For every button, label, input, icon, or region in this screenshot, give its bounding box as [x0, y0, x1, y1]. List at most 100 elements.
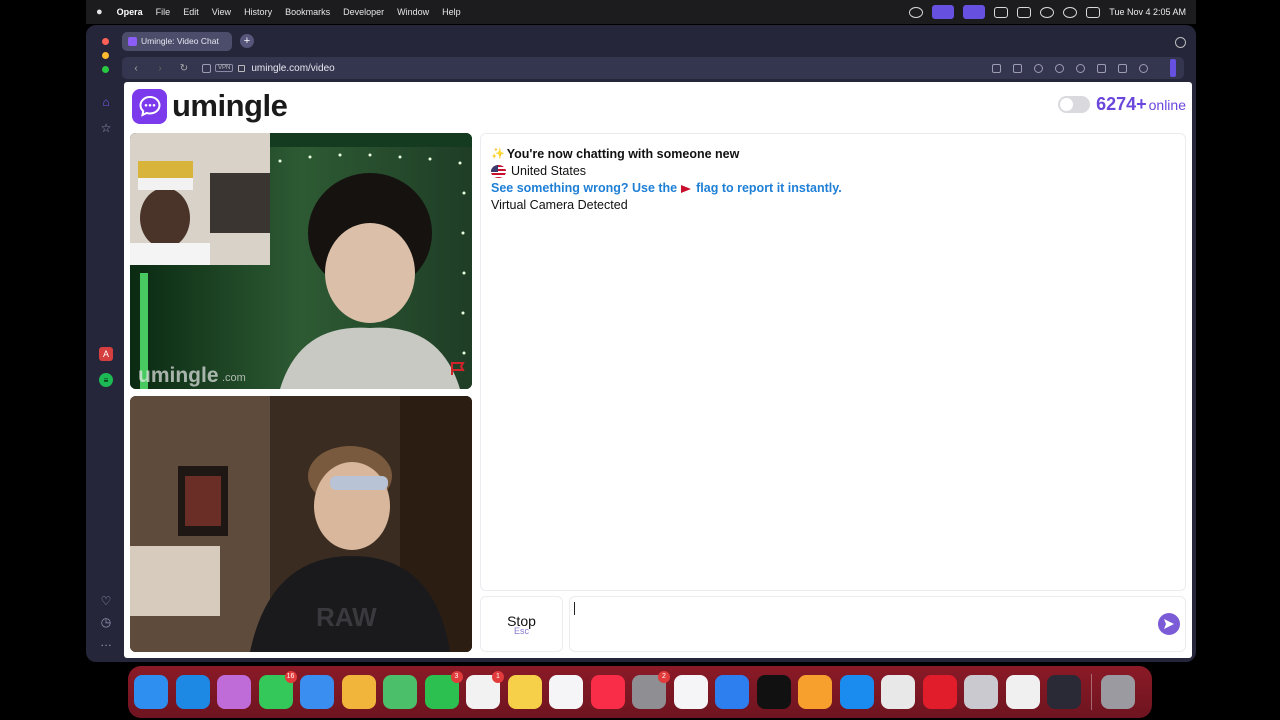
heart-sidebar-icon[interactable]: ♡: [99, 594, 113, 608]
menu-clock[interactable]: Tue Nov 4 2:05 AM: [1109, 7, 1186, 17]
camera-snapshot-icon[interactable]: [1013, 63, 1022, 73]
dock-news-icon[interactable]: [673, 675, 708, 709]
battery-icon[interactable]: [1017, 6, 1032, 18]
play-icon[interactable]: [1055, 63, 1064, 73]
profile-icon[interactable]: [1139, 63, 1148, 73]
stop-button[interactable]: Stop Esc: [480, 596, 563, 652]
menu-developer[interactable]: Developer: [343, 7, 384, 17]
menu-window[interactable]: Window: [397, 7, 429, 17]
download-icon[interactable]: [1097, 63, 1106, 73]
home-icon[interactable]: ⌂: [99, 95, 113, 109]
dock-messages-icon[interactable]: 16: [258, 671, 297, 709]
url-field[interactable]: umingle.com/video: [251, 63, 334, 74]
control-center-icon[interactable]: [1086, 6, 1101, 18]
report-text-end: flag to report it instantly.: [696, 181, 842, 195]
facetime-badge: 3: [450, 671, 463, 683]
dock-apple-tv-icon[interactable]: [756, 675, 791, 709]
sidebar-toggle-button[interactable]: [1170, 59, 1176, 77]
us-flag-icon: [491, 165, 506, 178]
dock-trash-icon[interactable]: [1100, 675, 1135, 709]
send-button[interactable]: [1158, 613, 1180, 635]
umingle-favicon-icon: [128, 36, 137, 46]
send-arrow-icon: [1164, 619, 1174, 629]
messages-badge: 16: [284, 671, 297, 683]
report-text-start: See something wrong? Use the: [491, 181, 678, 195]
aria-ai-icon[interactable]: A: [99, 347, 113, 361]
tab-search-icon[interactable]: [1175, 37, 1186, 48]
dock-photos-icon[interactable]: [341, 675, 376, 709]
lock-icon[interactable]: [238, 64, 246, 72]
address-bar: ‹ › ↻ VPN umingle.com/video: [122, 57, 1184, 79]
close-window-button[interactable]: [102, 38, 109, 45]
menu-app-name[interactable]: Opera: [117, 7, 143, 17]
shield-icon[interactable]: [1034, 63, 1043, 73]
dock-opera-icon[interactable]: [922, 675, 957, 709]
report-flag-icon[interactable]: [450, 362, 466, 381]
zoom-window-button[interactable]: [102, 66, 109, 73]
chat-bubble-logo-icon: [132, 88, 167, 124]
dock-music-icon[interactable]: [590, 675, 625, 709]
menu-file[interactable]: File: [156, 7, 171, 17]
dock-notes-icon[interactable]: [507, 675, 542, 709]
menu-help[interactable]: Help: [442, 7, 461, 17]
menu-bookmarks[interactable]: Bookmarks: [285, 7, 330, 17]
screen: ● Opera File Edit View History Bookmarks…: [0, 0, 1280, 720]
more-dots-icon[interactable]: …: [99, 635, 113, 649]
dock-mail-icon[interactable]: [300, 675, 334, 709]
address-bar-actions: [992, 59, 1176, 77]
dock-facetime-icon[interactable]: 3: [424, 671, 463, 709]
tab-umingle[interactable]: Umingle: Video Chat: [122, 31, 232, 51]
stranger-video[interactable]: umingle .com: [130, 133, 472, 389]
dock-settings-icon[interactable]: 2: [632, 671, 670, 709]
online-indicator: 6274+ online: [1058, 94, 1186, 115]
dock: 16 3 1 2: [128, 666, 1152, 718]
apple-menu-icon[interactable]: ●: [96, 6, 103, 18]
brand-name: umingle: [172, 88, 288, 123]
history-clock-icon[interactable]: ◷: [99, 615, 113, 629]
chat-log: ✨ You're now chatting with someone new U…: [480, 133, 1186, 591]
self-video-frame: RAW: [130, 396, 472, 652]
dock-app-store-icon[interactable]: [839, 675, 874, 709]
dock-maps-icon[interactable]: [383, 675, 417, 709]
wifi-icon[interactable]: [1040, 6, 1055, 18]
screen-recording-icon[interactable]: [932, 5, 955, 19]
new-tab-plus-icon[interactable]: +: [240, 34, 254, 48]
dock-keynote-icon[interactable]: [715, 675, 749, 709]
site-logo[interactable]: umingle: [132, 88, 288, 124]
network-icon[interactable]: [994, 6, 1009, 18]
screen-time-icon[interactable]: [909, 6, 924, 18]
self-video: RAW: [130, 396, 472, 652]
menu-edit[interactable]: Edit: [183, 7, 199, 17]
dock-obs-icon[interactable]: [1047, 675, 1081, 709]
dock-finder-icon[interactable]: [134, 675, 168, 709]
online-label: online: [1148, 97, 1186, 113]
spotlight-search-icon[interactable]: [1063, 6, 1078, 18]
star-icon[interactable]: ☆: [99, 121, 113, 135]
site-info-icon[interactable]: [202, 63, 211, 73]
menu-lines-icon[interactable]: [1118, 63, 1127, 73]
dock-safari-icon[interactable]: [175, 675, 210, 709]
back-chevron-icon[interactable]: ‹: [130, 63, 142, 74]
dock-launchpad-icon[interactable]: [217, 675, 251, 709]
vpn-badge[interactable]: VPN: [215, 64, 234, 72]
menu-history[interactable]: History: [244, 7, 272, 17]
red-flag-icon: [681, 184, 692, 193]
dock-iphone-mirroring-icon[interactable]: [964, 675, 998, 709]
forward-chevron-icon[interactable]: ›: [154, 63, 166, 74]
menu-view[interactable]: View: [212, 7, 231, 17]
heart-icon[interactable]: [1076, 63, 1085, 73]
edit-icon[interactable]: [992, 63, 1001, 73]
dock-freeform-icon[interactable]: [549, 675, 583, 709]
interests-toggle[interactable]: [1058, 96, 1091, 113]
dock-capcut-icon[interactable]: [1005, 675, 1040, 709]
dock-pages-icon[interactable]: [798, 675, 832, 709]
dock-chrome-icon[interactable]: [881, 675, 915, 709]
minimize-window-button[interactable]: [102, 52, 109, 59]
message-input[interactable]: [569, 596, 1186, 652]
screen-share-icon[interactable]: [963, 5, 986, 19]
spotify-icon[interactable]: ≡: [99, 373, 113, 387]
connected-message: You're now chatting with someone new: [506, 147, 740, 161]
text-caret: [574, 602, 575, 615]
reload-icon[interactable]: ↻: [178, 63, 190, 74]
dock-reminders-icon[interactable]: 1: [466, 671, 504, 709]
